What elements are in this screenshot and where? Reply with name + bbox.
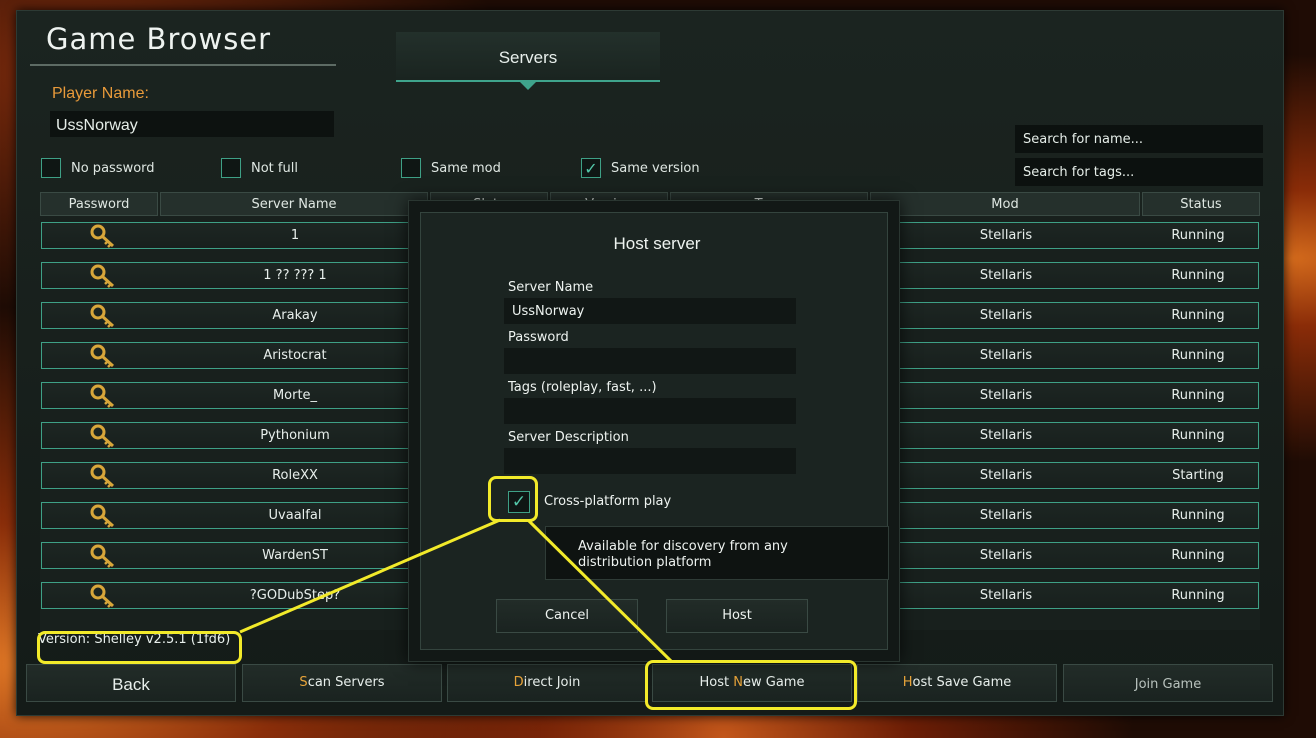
tags-label: Tags (roleplay, fast, ...): [508, 380, 657, 395]
hotkey-letter: H: [902, 675, 913, 690]
button-label: Join Game: [1134, 677, 1202, 692]
status-cell: Running: [1171, 508, 1225, 523]
player-name-label: Player Name:: [52, 85, 149, 102]
search-name-input[interactable]: Search for name...: [1015, 125, 1263, 153]
checkbox-icon[interactable]: [401, 158, 421, 178]
server-name-cell: 1 ?? ??? 1: [263, 268, 327, 283]
mod-cell: Stellaris: [979, 348, 1033, 363]
cancel-button[interactable]: Cancel: [496, 599, 638, 633]
join-game-button[interactable]: Join Game: [1063, 664, 1273, 702]
hotkey-letter: D: [513, 675, 524, 690]
filter-label: Same version: [611, 160, 700, 176]
column-header-password[interactable]: Password: [40, 192, 158, 216]
search-tags-input[interactable]: Search for tags...: [1015, 158, 1263, 186]
filter-label: Not full: [251, 160, 298, 176]
column-header-status[interactable]: Status: [1142, 192, 1260, 216]
server-name-cell: ?GODubStep?: [249, 588, 341, 603]
button-label: can Servers: [307, 675, 385, 690]
highlight-version: [37, 631, 242, 664]
mod-cell: Stellaris: [979, 228, 1033, 243]
status-cell: Running: [1171, 428, 1225, 443]
status-cell: Running: [1171, 388, 1225, 403]
mod-cell: Stellaris: [979, 508, 1033, 523]
dialog-title: Host server: [613, 234, 701, 253]
column-header-mod[interactable]: Mod: [870, 192, 1140, 216]
key-icon: [90, 584, 116, 608]
filter-same-version[interactable]: ✓ Same version: [581, 157, 700, 179]
key-icon: [90, 424, 116, 448]
status-cell: Starting: [1172, 468, 1224, 483]
mod-cell: Stellaris: [979, 468, 1033, 483]
description-label: Server Description: [508, 430, 629, 445]
filter-no-password[interactable]: No password: [41, 157, 155, 179]
column-header-server-name[interactable]: Server Name: [160, 192, 428, 216]
server-name-cell: Uvaalfal: [268, 508, 322, 523]
mod-cell: Stellaris: [979, 588, 1033, 603]
status-cell: Running: [1171, 228, 1225, 243]
window-title: Game Browser: [46, 22, 272, 56]
mod-cell: Stellaris: [979, 268, 1033, 283]
server-name-input[interactable]: UssNorway: [504, 298, 796, 324]
key-icon: [90, 264, 116, 288]
key-icon: [90, 344, 116, 368]
server-name-cell: 1: [290, 228, 300, 243]
player-name-input[interactable]: UssNorway: [50, 111, 334, 137]
filter-label: Same mod: [431, 160, 501, 176]
password-label: Password: [508, 330, 569, 345]
tags-input[interactable]: [504, 398, 796, 424]
checkbox-icon[interactable]: [221, 158, 241, 178]
mod-cell: Stellaris: [979, 428, 1033, 443]
key-icon: [90, 304, 116, 328]
status-cell: Running: [1171, 268, 1225, 283]
server-name-cell: RoleXX: [272, 468, 318, 483]
tab-indicator-icon: [520, 82, 536, 90]
status-cell: Running: [1171, 588, 1225, 603]
filter-label: No password: [71, 160, 155, 176]
back-button[interactable]: Back: [26, 664, 236, 702]
crossplay-tooltip: Available for discovery from any distrib…: [545, 526, 889, 580]
button-label: ost Save Game: [912, 675, 1012, 690]
server-name-label: Server Name: [508, 280, 594, 295]
key-icon: [90, 224, 116, 248]
button-label: irect Join: [523, 675, 581, 690]
server-name-cell: Pythonium: [260, 428, 330, 443]
hotkey-letter: S: [299, 675, 308, 690]
highlight-host-new-game: [645, 660, 857, 710]
crossplay-label: Cross-platform play: [544, 494, 672, 509]
mod-cell: Stellaris: [979, 388, 1033, 403]
mod-cell: Stellaris: [979, 548, 1033, 563]
server-name-cell: Aristocrat: [263, 348, 327, 363]
host-save-game-button[interactable]: Host Save Game: [857, 664, 1057, 702]
checkmark-icon[interactable]: ✓: [581, 158, 601, 178]
key-icon: [90, 464, 116, 488]
server-name-cell: WardenST: [262, 548, 328, 563]
host-button[interactable]: Host: [666, 599, 808, 633]
host-server-panel: [420, 212, 888, 650]
server-name-cell: Arakay: [272, 308, 318, 323]
server-name-cell: Morte_: [272, 388, 318, 403]
filter-same-mod[interactable]: Same mod: [401, 157, 501, 179]
mod-cell: Stellaris: [979, 308, 1033, 323]
checkbox-icon[interactable]: [41, 158, 61, 178]
status-cell: Running: [1171, 548, 1225, 563]
password-input[interactable]: [504, 348, 796, 374]
status-cell: Running: [1171, 308, 1225, 323]
key-icon: [90, 544, 116, 568]
filter-not-full[interactable]: Not full: [221, 157, 298, 179]
button-label: Back: [112, 675, 150, 694]
highlight-crossplay-checkbox: [488, 476, 538, 522]
description-input[interactable]: [504, 448, 796, 474]
scan-servers-button[interactable]: Scan Servers: [242, 664, 442, 702]
key-icon: [90, 504, 116, 528]
status-cell: Running: [1171, 348, 1225, 363]
key-icon: [90, 384, 116, 408]
title-divider: [30, 64, 336, 66]
tab-servers[interactable]: Servers: [396, 32, 660, 82]
direct-join-button[interactable]: Direct Join: [447, 664, 647, 702]
